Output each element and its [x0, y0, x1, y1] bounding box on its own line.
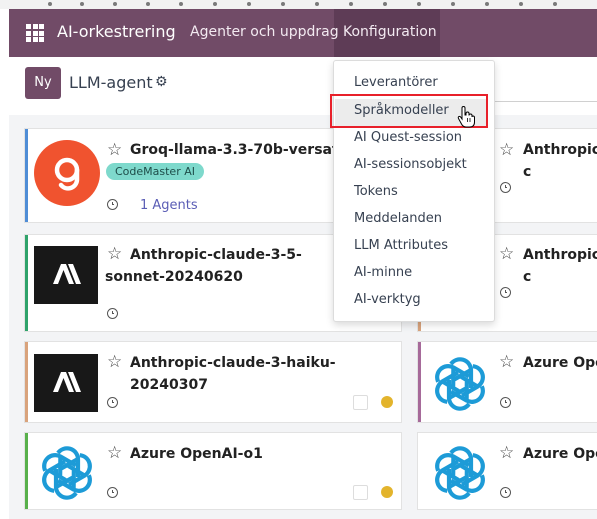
- tag-badge: CodeMaster AI: [106, 163, 204, 180]
- star-icon[interactable]: ☆: [107, 352, 122, 372]
- kanban-card[interactable]: ☆ Azure Ope: [417, 432, 597, 510]
- card-title: Azure OpenAI-o1: [130, 446, 263, 462]
- dropdown-item-tokens[interactable]: Tokens: [354, 184, 398, 199]
- select-checkbox[interactable]: [353, 485, 368, 500]
- openai-logo: [427, 440, 493, 506]
- card-title: Anthropic-claude-3-5-: [130, 247, 302, 263]
- groq-logo: [34, 140, 100, 206]
- card-color-bar: [418, 342, 421, 422]
- star-icon[interactable]: ☆: [499, 443, 514, 463]
- card-title-line2: sonnet-20240620: [105, 269, 243, 285]
- openai-logo: [34, 440, 100, 506]
- breadcrumb: LLM-agent: [69, 73, 153, 92]
- new-button[interactable]: Ny: [25, 67, 61, 99]
- status-dot[interactable]: [381, 486, 393, 498]
- kanban-card[interactable]: ☆ Azure Ope: [417, 341, 597, 423]
- clock-icon[interactable]: [107, 308, 118, 319]
- card-color-bar: [25, 235, 28, 331]
- star-icon[interactable]: ☆: [499, 244, 514, 264]
- clock-icon[interactable]: [107, 487, 118, 498]
- dropdown-item-ai-quest-session[interactable]: AI Quest-session: [354, 130, 462, 145]
- top-navbar: AI-orkestrering Agenter och uppdrag Konf…: [9, 9, 597, 57]
- star-icon[interactable]: ☆: [499, 352, 514, 372]
- clock-icon[interactable]: [500, 487, 511, 498]
- card-color-bar: [25, 342, 28, 422]
- hand-cursor-icon: [457, 105, 475, 132]
- browser-top-strip: [0, 0, 597, 9]
- star-icon[interactable]: ☆: [107, 443, 122, 463]
- apps-grid-icon[interactable]: [26, 24, 44, 42]
- clock-icon[interactable]: [107, 199, 118, 210]
- dropdown-item-providers[interactable]: Leverantörer: [354, 75, 438, 90]
- card-title: Anthropic-c: [523, 142, 597, 180]
- star-icon[interactable]: ☆: [107, 244, 122, 264]
- star-icon[interactable]: ☆: [107, 140, 122, 160]
- clock-icon[interactable]: [500, 182, 511, 193]
- kanban-card[interactable]: ☆ Anthropic-claude-3-haiku-20240307: [24, 341, 402, 423]
- clock-icon[interactable]: [107, 397, 118, 408]
- status-dot[interactable]: [381, 396, 393, 408]
- card-title: Azure Ope: [523, 446, 597, 462]
- gear-icon[interactable]: ⚙: [155, 74, 168, 90]
- card-title: Anthropic-claude-3-haiku-20240307: [130, 355, 336, 393]
- clock-icon[interactable]: [500, 397, 511, 408]
- agents-link[interactable]: 1 Agents: [140, 198, 198, 213]
- dropdown-item-ai-session-objects[interactable]: AI-sessionsobjekt: [354, 157, 467, 172]
- app-title[interactable]: AI-orkestrering: [57, 22, 176, 41]
- menu-agents-tasks[interactable]: Agenter och uppdrag: [190, 24, 339, 40]
- card-color-bar: [25, 433, 28, 509]
- dropdown-item-llm-attributes[interactable]: LLM Attributes: [354, 238, 448, 253]
- dropdown-item-ai-tools[interactable]: AI-verktyg: [354, 292, 421, 307]
- card-color-bar: [25, 129, 28, 222]
- card-title: Anthropic-c: [523, 247, 597, 285]
- clock-icon[interactable]: [500, 287, 511, 298]
- control-panel: Ny LLM-agent ⚙: [9, 57, 597, 115]
- dropdown-item-ai-memory[interactable]: AI-minne: [354, 265, 412, 280]
- search-underline: [489, 101, 597, 102]
- card-title: Groq-llama-3.3-70b-versatile: [130, 142, 358, 158]
- dropdown-item-messages[interactable]: Meddelanden: [354, 211, 442, 226]
- anthropic-logo: [34, 354, 98, 412]
- star-icon[interactable]: ☆: [499, 140, 514, 160]
- anthropic-logo: [34, 246, 98, 304]
- openai-logo: [427, 351, 493, 417]
- kanban-card[interactable]: ☆ Azure OpenAI-o1: [24, 432, 402, 510]
- select-checkbox[interactable]: [353, 395, 368, 410]
- card-title: Azure Ope: [523, 355, 597, 371]
- menu-configuration[interactable]: Konfiguration: [343, 24, 437, 40]
